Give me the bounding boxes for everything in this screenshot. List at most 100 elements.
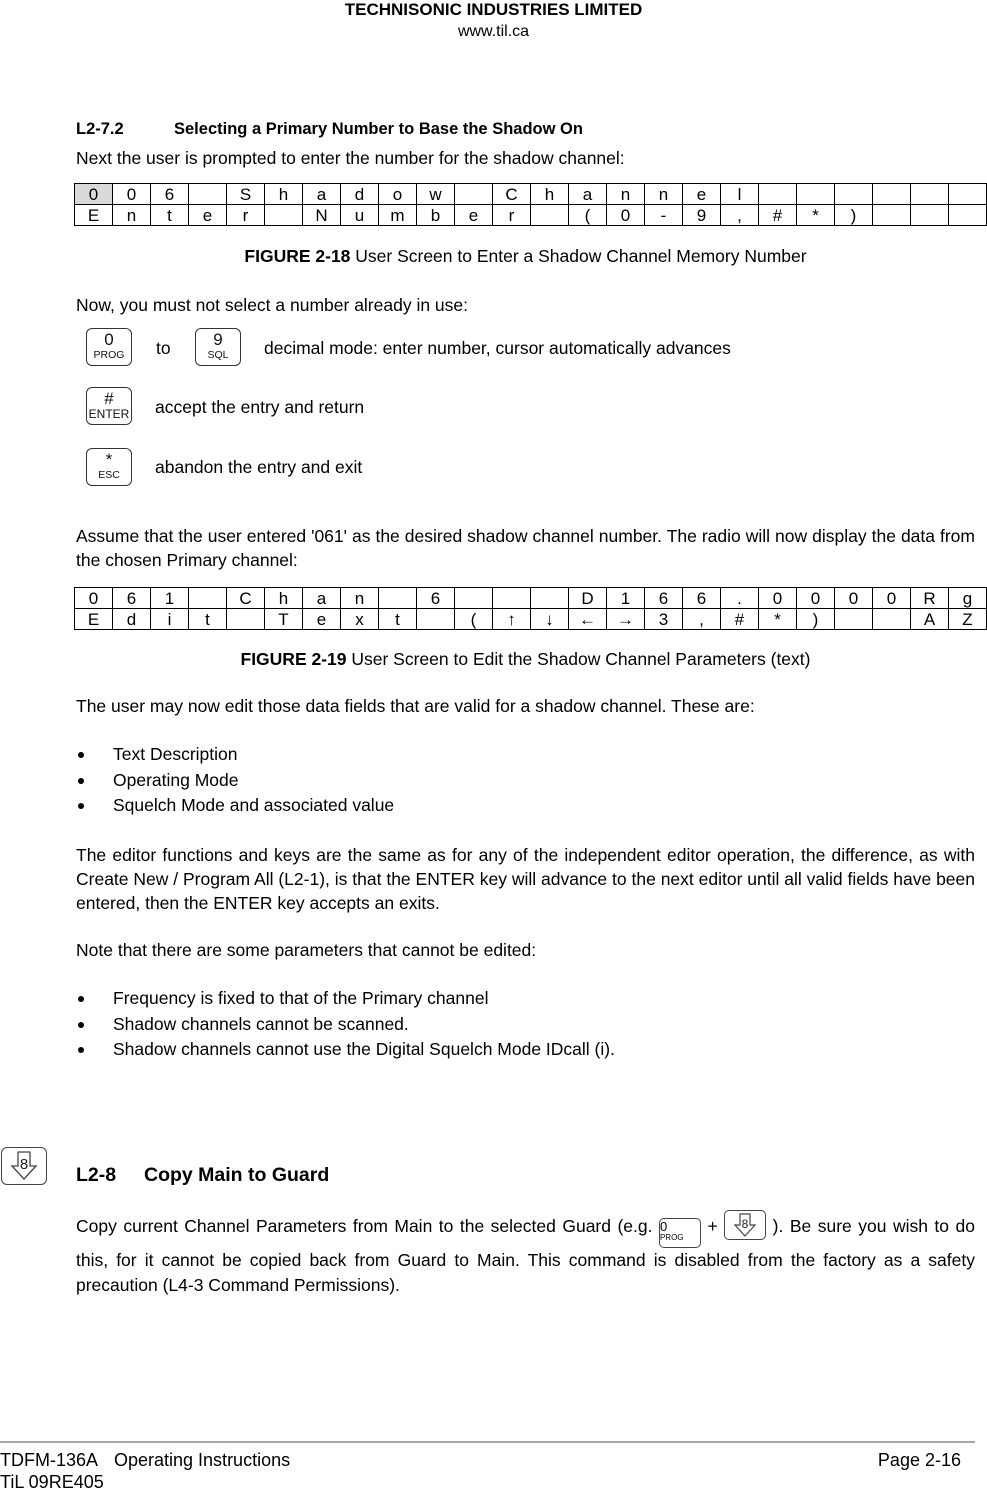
key-top-label: #	[104, 389, 114, 408]
figure-caption-text: User Screen to Edit the Shadow Channel P…	[346, 649, 811, 669]
lcd-cell	[188, 587, 227, 609]
lcd-cell: T	[264, 608, 303, 630]
lcd-cell: ↑	[492, 608, 531, 630]
lcd-cell: C	[492, 183, 531, 205]
lcd-cell	[454, 587, 493, 609]
lcd-cell: b	[416, 204, 455, 226]
lcd-cell: t	[378, 608, 417, 630]
lcd-cell: h	[264, 587, 303, 609]
lcd-cell: h	[530, 183, 569, 205]
lcd-cell: e	[454, 204, 493, 226]
copy-main-to-guard-key-icon: 8	[1, 1147, 47, 1185]
lcd-cell: #	[758, 204, 797, 226]
non-editable-list: Frequency is fixed to that of the Primar…	[76, 986, 975, 1063]
key-bottom-label: ENTER	[88, 407, 130, 421]
lcd-cell: .	[720, 587, 759, 609]
key-bottom-label: ESC	[98, 469, 120, 481]
lcd-cell: d	[112, 608, 151, 630]
lcd-cell: 0	[796, 587, 835, 609]
lcd-cell: e	[188, 204, 227, 226]
lcd-cell: 6	[150, 183, 189, 205]
lcd-cell: ,	[720, 204, 759, 226]
lcd-cell: 0	[758, 587, 797, 609]
lcd-cell: e	[302, 608, 341, 630]
svg-text:8: 8	[20, 1156, 28, 1173]
list-item: Frequency is fixed to that of the Primar…	[76, 986, 975, 1012]
key-0-prog-icon: 0 PROG	[86, 328, 132, 366]
lcd-cell: A	[910, 608, 949, 630]
lcd-cell: i	[150, 608, 189, 630]
lcd-cell	[492, 587, 531, 609]
lcd-cell: (	[568, 204, 607, 226]
down-arrow-8-icon: 8	[724, 1210, 767, 1240]
lcd-cell	[188, 183, 227, 205]
lcd-cell: -	[644, 204, 683, 226]
lcd-cell: S	[226, 183, 265, 205]
footer-model: TDFM-136A	[0, 1450, 99, 1470]
lcd-cell: 0	[606, 204, 645, 226]
esc-key-description: abandon the entry and exit	[155, 457, 363, 477]
lcd-cell: n	[340, 587, 379, 609]
key-0-prog-icon: 0 PROG	[658, 1218, 701, 1248]
lcd-cell	[834, 183, 873, 205]
lcd-cell: d	[340, 183, 379, 205]
lcd-cell: 0	[112, 183, 151, 205]
lcd-cell	[758, 183, 797, 205]
lcd-cell: a	[302, 183, 341, 205]
footer-doc-title: Operating Instructions	[114, 1450, 291, 1470]
key-top-label: *	[105, 450, 113, 469]
lcd-cell: 6	[644, 587, 683, 609]
lcd-cell: *	[796, 204, 835, 226]
figure-caption-text: User Screen to Enter a Shadow Channel Me…	[350, 246, 807, 266]
editable-fields-intro: The user may now edit those data fields …	[76, 696, 755, 716]
footer-page-number: Page 2-16	[877, 1450, 961, 1470]
list-item: Shadow channels cannot use the Digital S…	[76, 1037, 975, 1063]
key-top-label: 0	[659, 1219, 668, 1234]
lcd-cell: u	[340, 204, 379, 226]
lcd-cell: 6	[112, 587, 151, 609]
company-name: TECHNISONIC INDUSTRIES LIMITED	[344, 0, 643, 19]
lcd-cell: n	[112, 204, 151, 226]
company-url: www.til.ca	[457, 23, 530, 40]
lcd-cell: )	[796, 608, 835, 630]
list-item-text: Shadow channels cannot be scanned.	[113, 1013, 409, 1034]
digit-key-description: decimal mode: enter number, cursor autom…	[264, 338, 731, 358]
lcd-cell: w	[416, 183, 455, 205]
lcd-cell: #	[720, 608, 759, 630]
lcd-cell: 1	[606, 587, 645, 609]
figure-caption-2-18: FIGURE 2-18 User Screen to Enter a Shado…	[76, 245, 975, 267]
lcd-cell: R	[910, 587, 949, 609]
lcd-cell: C	[226, 587, 265, 609]
svg-text:8: 8	[742, 1217, 749, 1231]
lcd-cell: ,	[682, 608, 721, 630]
list-item: Text Description	[76, 742, 975, 768]
list-item-text: Frequency is fixed to that of the Primar…	[113, 988, 489, 1008]
lcd-cell	[530, 204, 569, 226]
figure-label: FIGURE 2-19	[240, 649, 347, 669]
key-instructions-intro: Now, you must not select a number alread…	[76, 295, 469, 315]
lcd-cell	[454, 183, 493, 205]
key-9-sql-icon: 9 SQL	[195, 328, 241, 366]
lcd-cell: m	[378, 204, 417, 226]
lcd-cell: 3	[644, 608, 683, 630]
key-bottom-label: SQL	[207, 349, 229, 361]
lcd-cell: *	[758, 608, 797, 630]
footer-doc-info: TDFM-136A Operating Instructions	[0, 1449, 290, 1471]
lcd-screen-figure-2-19: 0 6 1 Ch a n 6 D 1 6 6. 0 0 0 0 Rg Ed i t Te x t(↑ ↓ ← → 3, # *) A Z	[74, 587, 987, 630]
lcd-cell: (	[454, 608, 493, 630]
lcd-cell	[530, 587, 569, 609]
lcd-cell	[264, 204, 303, 226]
key-bottom-label: PROG	[659, 1233, 684, 1242]
lcd-cell: o	[378, 183, 417, 205]
section-title: Selecting a Primary Number to Base the S…	[174, 120, 583, 138]
key-hash-enter-icon: # ENTER	[86, 387, 132, 425]
lcd-cell: l	[720, 183, 759, 205]
footer-doc-code: TiL 09RE405	[0, 1472, 104, 1492]
lcd-cell	[872, 608, 911, 630]
lcd-cell: E	[74, 608, 113, 630]
section-heading-l2-8: L2-8 Copy Main to Guard	[76, 1163, 329, 1187]
lcd-cell: n	[606, 183, 645, 205]
list-item-text: Operating Mode	[113, 769, 239, 790]
figure-caption-2-19: FIGURE 2-19 User Screen to Edit the Shad…	[76, 648, 975, 670]
key-bottom-label: PROG	[93, 349, 125, 361]
